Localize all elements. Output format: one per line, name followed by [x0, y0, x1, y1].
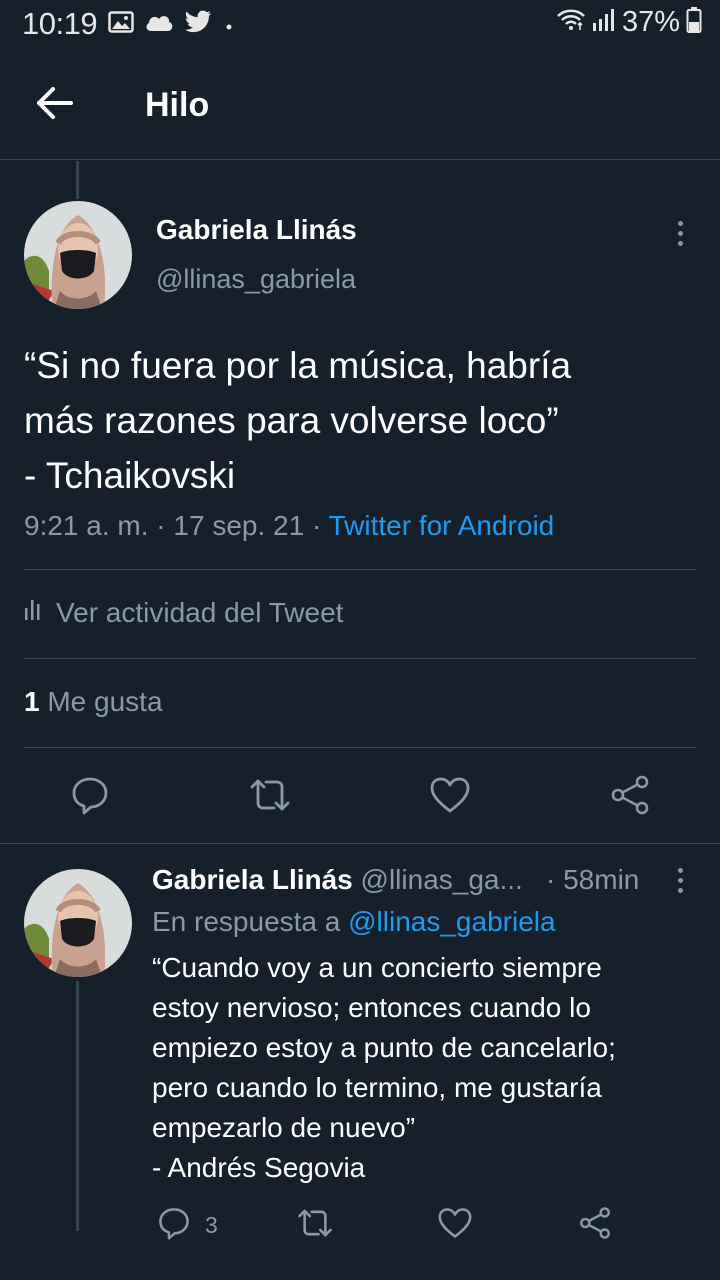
tweet-meta: 9:21 a. m. · 17 sep. 21 · Twitter for An… [24, 510, 554, 542]
reply-time: · 58min [546, 864, 640, 895]
reply-to-mention-link[interactable]: @llinas_gabriela [348, 906, 555, 937]
likes-label: Me gusta [39, 686, 163, 717]
top-app-bar: Hilo [0, 50, 720, 160]
divider [24, 658, 696, 659]
wifi-icon [556, 8, 586, 37]
status-time: 10:19 [22, 6, 98, 41]
analytics-icon [24, 596, 44, 629]
meta-separator: · [304, 510, 329, 541]
status-bar: 10:19 37% [0, 0, 720, 50]
reply-button[interactable] [65, 772, 115, 822]
retweet-button[interactable] [290, 1200, 340, 1250]
reply-text: “Cuando voy a un concierto siempre estoy… [152, 952, 616, 1183]
likes-count: 1 [24, 686, 40, 717]
reply-button[interactable] [149, 1200, 199, 1250]
share-button[interactable] [570, 1200, 620, 1250]
reply-icon [157, 1206, 191, 1245]
reply-to-label: En respuesta a [152, 906, 349, 937]
tweet-text: “Si no fuera por la música, habría más r… [24, 345, 572, 496]
arrow-left-icon [35, 86, 75, 125]
like-button[interactable] [425, 772, 475, 822]
retweet-button[interactable] [245, 772, 295, 822]
reply-count: 3 [205, 1212, 218, 1238]
reply-context: En respuesta a @llinas_gabriela [152, 906, 556, 938]
more-dot-icon [677, 220, 683, 226]
twitter-bird-icon [184, 10, 212, 39]
image-icon [108, 10, 134, 39]
reply-icon [70, 775, 110, 820]
share-button[interactable] [605, 772, 655, 822]
heart-icon [437, 1207, 473, 1244]
avatar[interactable] [24, 201, 132, 309]
tweet-date: 17 sep. 21 [173, 510, 305, 541]
thread-line [76, 161, 79, 199]
like-button[interactable] [430, 1200, 480, 1250]
section-divider [0, 843, 720, 844]
more-dot-icon [677, 887, 683, 893]
page-title: Hilo [145, 86, 210, 124]
status-left-icons [108, 10, 236, 39]
tweet-time: 9:21 a. m. [24, 510, 149, 541]
reply-author-name: Gabriela Llinás [152, 864, 353, 895]
heart-icon [429, 776, 471, 819]
share-icon [609, 775, 651, 820]
battery-icon [686, 6, 702, 39]
back-button[interactable] [30, 84, 80, 126]
author-handle[interactable]: @llinas_gabriela [156, 264, 356, 295]
more-dot-icon [677, 867, 683, 873]
share-icon [578, 1206, 612, 1245]
more-dot-icon [677, 877, 683, 883]
avatar[interactable] [24, 869, 132, 977]
thread-line [76, 981, 79, 1231]
retweet-icon [296, 1207, 334, 1244]
more-dot-icon [677, 240, 683, 246]
reply-header[interactable]: Gabriela Llinás @llinas_ga... [152, 864, 523, 896]
signal-icon [592, 7, 616, 38]
retweet-icon [248, 777, 292, 818]
tweet-activity-button[interactable]: Ver actividad del Tweet [24, 596, 343, 629]
meta-separator: · [148, 510, 174, 541]
author-name[interactable]: Gabriela Llinás [156, 214, 357, 246]
likes-summary[interactable]: 1 Me gusta [24, 686, 163, 718]
divider [24, 569, 696, 570]
more-options-button[interactable] [665, 860, 695, 900]
more-dot-icon [677, 230, 683, 236]
tweet-source-link[interactable]: Twitter for Android [329, 510, 555, 541]
reply-author-handle: @llinas_ga... [352, 864, 523, 895]
activity-label: Ver actividad del Tweet [56, 596, 344, 628]
status-right: 37% [556, 6, 702, 39]
dot-icon [222, 10, 236, 39]
battery-percent: 37% [621, 6, 680, 38]
cloud-icon [144, 11, 174, 38]
more-options-button[interactable] [665, 213, 695, 253]
divider [24, 747, 696, 748]
